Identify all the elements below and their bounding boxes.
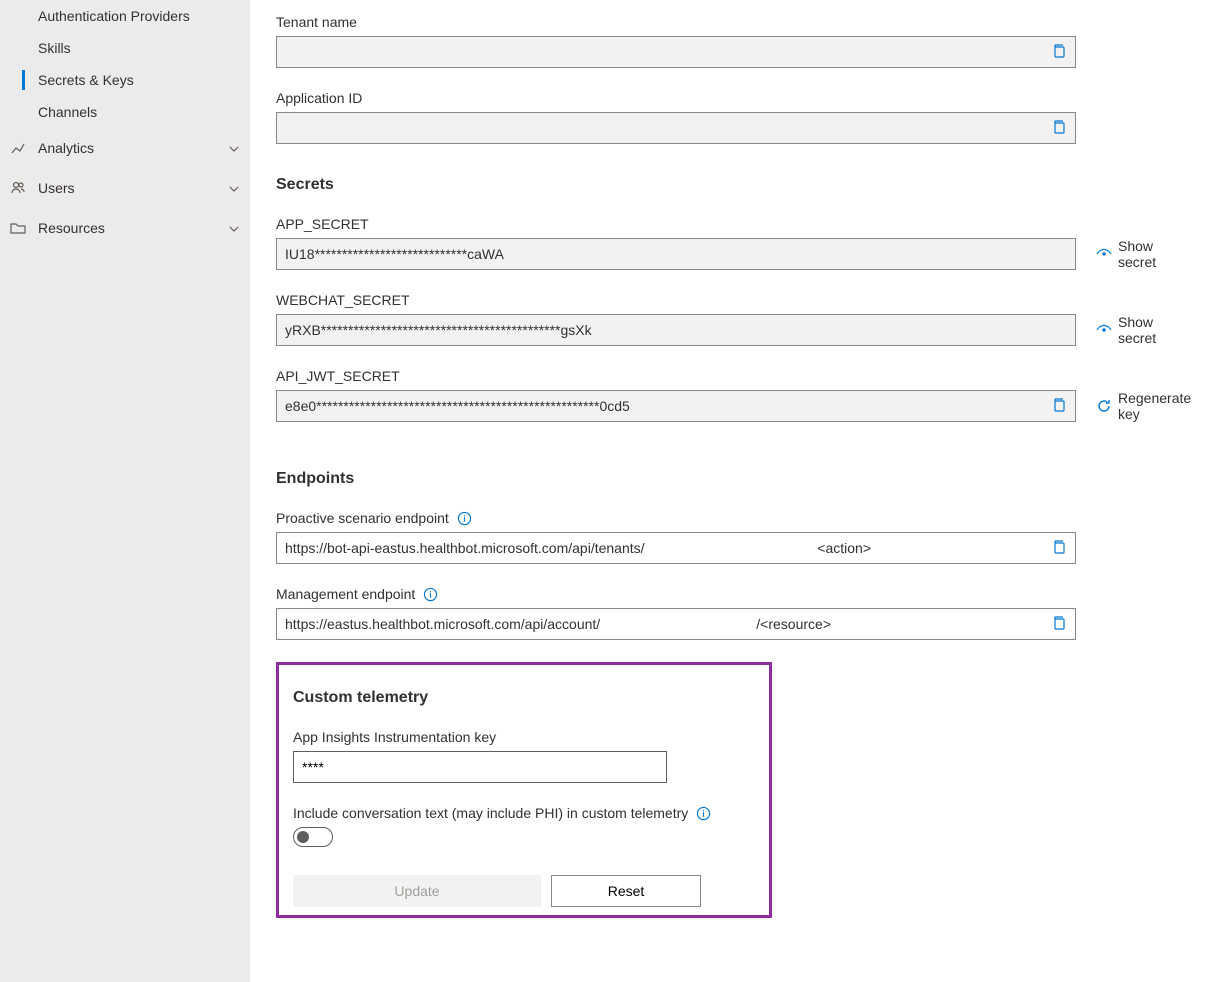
api-jwt-secret-label: API_JWT_SECRET xyxy=(276,368,1193,384)
sidebar-item-label: Skills xyxy=(38,40,71,56)
show-secret-label: Show secret xyxy=(1118,314,1193,346)
include-conversation-toggle[interactable] xyxy=(293,827,333,847)
copy-icon[interactable] xyxy=(1051,43,1069,61)
update-button: Update xyxy=(293,875,541,907)
chevron-down-icon xyxy=(228,222,240,234)
sidebar-item-analytics[interactable]: Analytics xyxy=(0,128,250,168)
show-secret-label: Show secret xyxy=(1118,238,1193,270)
refresh-icon xyxy=(1096,398,1112,414)
secrets-heading: Secrets xyxy=(276,176,1193,194)
sidebar-item-secrets-keys[interactable]: Secrets & Keys xyxy=(0,64,250,96)
sidebar-item-skills[interactable]: Skills xyxy=(0,32,250,64)
sidebar: Authentication Providers Skills Secrets … xyxy=(0,0,250,982)
app-secret-value: IU18****************************caWA xyxy=(285,246,504,262)
chart-icon xyxy=(10,140,26,156)
app-secret-field: IU18****************************caWA xyxy=(276,238,1076,270)
tenant-name-label: Tenant name xyxy=(276,14,1193,30)
copy-icon[interactable] xyxy=(1051,539,1069,557)
info-icon[interactable] xyxy=(696,806,711,821)
api-jwt-secret-value: e8e0************************************… xyxy=(285,398,630,414)
application-id-label: Application ID xyxy=(276,90,1193,106)
management-endpoint-label: Management endpoint xyxy=(276,586,1193,602)
regenerate-key[interactable]: Regenerate key xyxy=(1096,390,1193,422)
management-endpoint-suffix: /<resource> xyxy=(756,616,831,632)
webchat-secret-value: yRXB************************************… xyxy=(285,322,592,338)
app-secret-label: APP_SECRET xyxy=(276,216,1193,232)
webchat-secret-label: WEBCHAT_SECRET xyxy=(276,292,1193,308)
application-id-field xyxy=(276,112,1076,144)
proactive-endpoint-field: https://bot-api-eastus.healthbot.microso… xyxy=(276,532,1076,564)
custom-telemetry-panel: Custom telemetry App Insights Instrument… xyxy=(276,662,772,918)
regenerate-key-label: Regenerate key xyxy=(1118,390,1193,422)
show-secret-webchat[interactable]: Show secret xyxy=(1096,314,1193,346)
sidebar-item-users[interactable]: Users xyxy=(0,168,250,208)
management-endpoint-value: https://eastus.healthbot.microsoft.com/a… xyxy=(285,616,600,632)
sidebar-item-auth-providers[interactable]: Authentication Providers xyxy=(0,0,250,32)
api-jwt-secret-field: e8e0************************************… xyxy=(276,390,1076,422)
include-conversation-label-text: Include conversation text (may include P… xyxy=(293,805,688,821)
sidebar-item-label: Analytics xyxy=(38,140,94,156)
instrumentation-key-input[interactable] xyxy=(293,751,667,783)
info-icon[interactable] xyxy=(423,587,438,602)
copy-icon[interactable] xyxy=(1051,119,1069,137)
sidebar-item-label: Resources xyxy=(38,220,105,236)
telemetry-heading: Custom telemetry xyxy=(279,689,769,707)
chevron-down-icon xyxy=(228,182,240,194)
chevron-down-icon xyxy=(228,142,240,154)
main-content: Tenant name Application ID Secrets APP_S… xyxy=(250,0,1219,982)
info-icon[interactable] xyxy=(457,511,472,526)
reset-button[interactable]: Reset xyxy=(551,875,701,907)
management-endpoint-label-text: Management endpoint xyxy=(276,586,415,602)
instrumentation-key-label: App Insights Instrumentation key xyxy=(279,729,769,745)
toggle-knob xyxy=(297,831,309,843)
eye-icon xyxy=(1096,322,1112,338)
copy-icon[interactable] xyxy=(1051,397,1069,415)
users-icon xyxy=(10,180,26,196)
tenant-name-field xyxy=(276,36,1076,68)
show-secret-app[interactable]: Show secret xyxy=(1096,238,1193,270)
sidebar-item-label: Secrets & Keys xyxy=(38,72,134,88)
sidebar-item-label: Authentication Providers xyxy=(38,8,190,24)
copy-icon[interactable] xyxy=(1051,615,1069,633)
proactive-endpoint-suffix: <action> xyxy=(817,540,871,556)
endpoints-heading: Endpoints xyxy=(276,470,1193,488)
proactive-endpoint-value: https://bot-api-eastus.healthbot.microso… xyxy=(285,540,645,556)
eye-icon xyxy=(1096,246,1112,262)
proactive-endpoint-label: Proactive scenario endpoint xyxy=(276,510,1193,526)
sidebar-item-channels[interactable]: Channels xyxy=(0,96,250,128)
sidebar-item-label: Users xyxy=(38,180,75,196)
webchat-secret-field: yRXB************************************… xyxy=(276,314,1076,346)
management-endpoint-field: https://eastus.healthbot.microsoft.com/a… xyxy=(276,608,1076,640)
proactive-endpoint-label-text: Proactive scenario endpoint xyxy=(276,510,449,526)
sidebar-item-label: Channels xyxy=(38,104,97,120)
folder-icon xyxy=(10,220,26,236)
include-conversation-label: Include conversation text (may include P… xyxy=(279,805,769,821)
sidebar-item-resources[interactable]: Resources xyxy=(0,208,250,248)
